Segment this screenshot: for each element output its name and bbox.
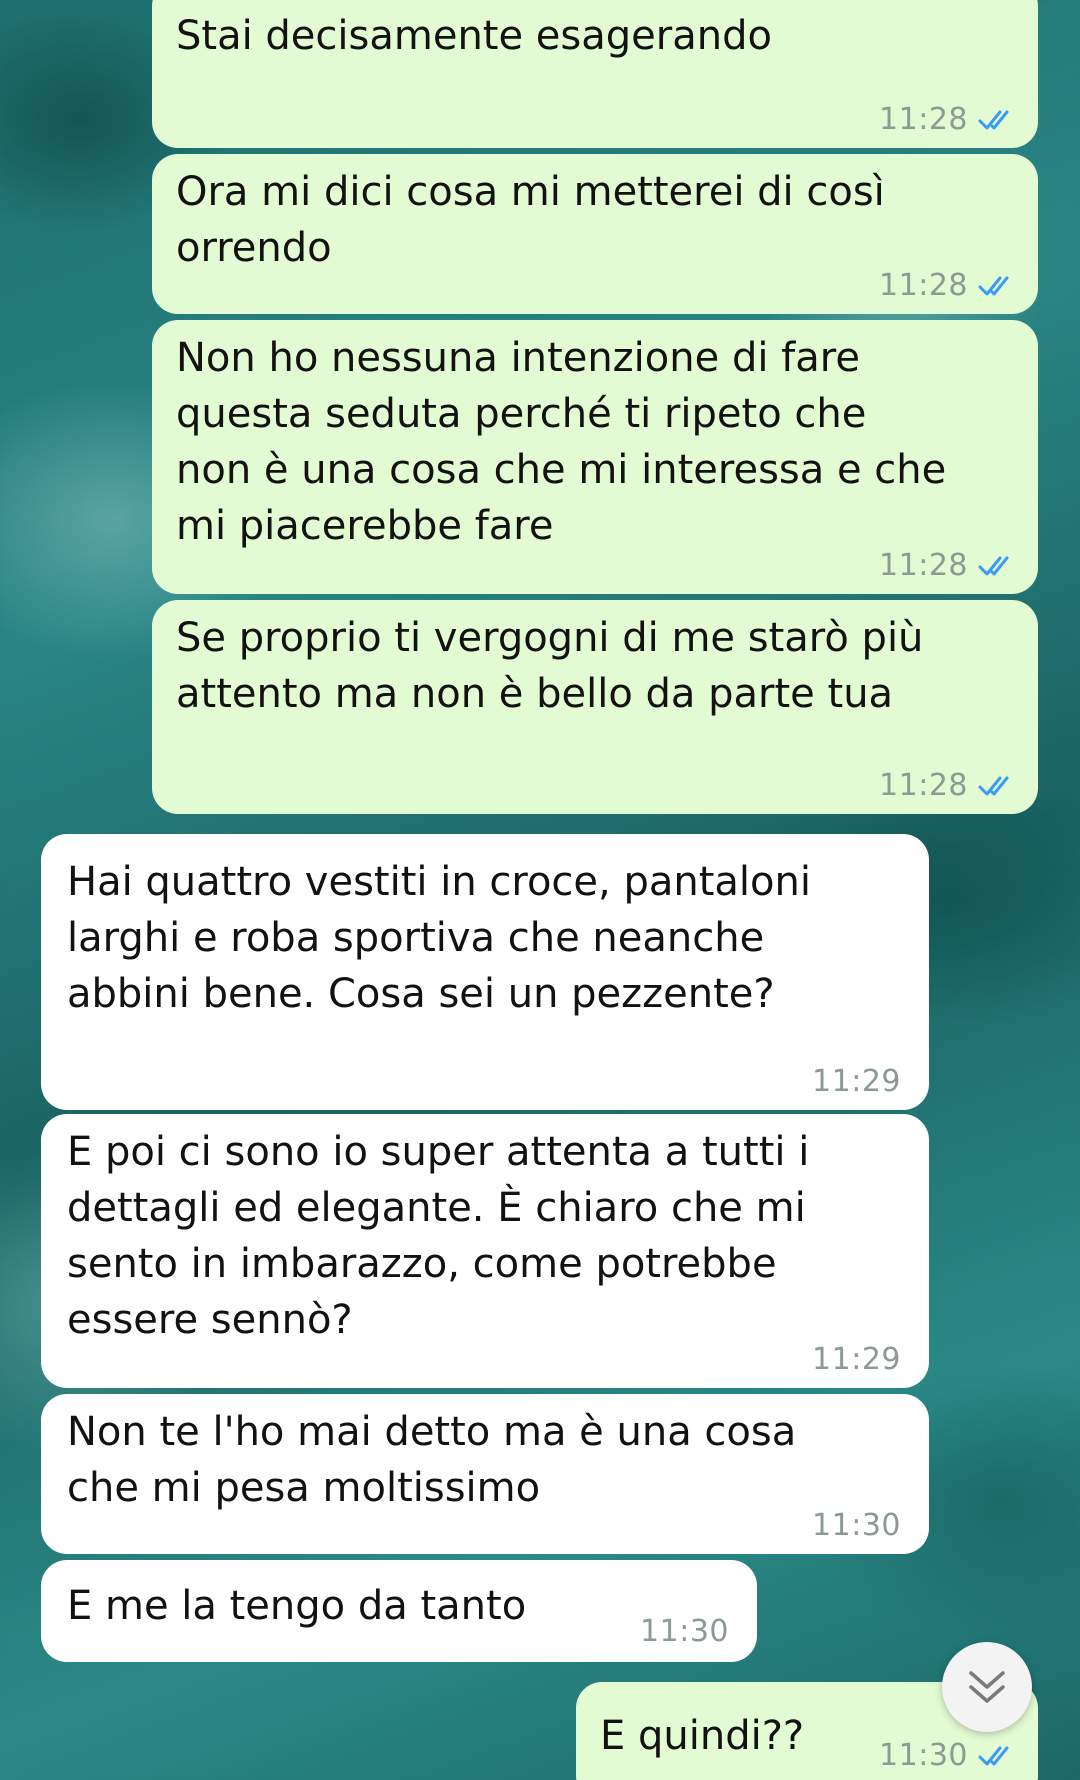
message-text: Non ho nessuna intenzione di fare questa…: [176, 335, 947, 549]
message-timestamp: 11:29: [812, 1342, 901, 1377]
message-timestamp: 11:28: [879, 268, 968, 303]
message-bubble-incoming[interactable]: E me la tengo da tanto 11:30: [41, 1560, 757, 1662]
message-timestamp: 11:29: [812, 1064, 901, 1099]
message-bubble-outgoing[interactable]: Non ho nessuna intenzione di fare questa…: [152, 320, 1038, 594]
message-meta: 11:30: [812, 1506, 901, 1546]
message-timestamp: 11:30: [812, 1508, 901, 1543]
double-check-read-icon: [978, 776, 1009, 796]
message-bubble-incoming[interactable]: Hai quattro vestiti in croce, pantaloni …: [41, 834, 929, 1110]
double-check-read-icon: [978, 276, 1009, 296]
message-meta: 11:28: [879, 100, 1014, 140]
message-bubble-incoming[interactable]: E poi ci sono io super attenta a tutti i…: [41, 1114, 929, 1388]
message-text: Hai quattro vestiti in croce, pantaloni …: [67, 859, 811, 1017]
message-timestamp: 11:28: [879, 102, 968, 137]
message-timestamp: 11:30: [879, 1738, 968, 1773]
message-bubble-outgoing[interactable]: Ora mi dici cosa mi metterei di così orr…: [152, 154, 1038, 314]
message-text: Se proprio ti vergogni di me starò più a…: [176, 615, 924, 717]
message-bubble-outgoing[interactable]: Se proprio ti vergogni di me starò più a…: [152, 600, 1038, 814]
message-meta: 11:28: [879, 546, 1014, 586]
double-check-read-icon: [978, 556, 1009, 576]
message-meta: 11:30: [640, 1612, 729, 1652]
double-check-read-icon: [978, 1746, 1009, 1766]
message-meta: 11:29: [812, 1340, 901, 1380]
message-timestamp: 11:30: [640, 1614, 729, 1649]
message-text: Non te l'ho mai detto ma è una cosa che …: [67, 1409, 797, 1511]
message-text: Stai decisamente esagerando: [176, 13, 772, 59]
message-meta: 11:30: [879, 1736, 1014, 1776]
message-bubble-outgoing[interactable]: Stai decisamente esagerando 11:28: [152, 0, 1038, 148]
double-chevron-down-icon: [969, 1671, 1005, 1703]
double-check-read-icon: [978, 110, 1009, 130]
message-meta: 11:28: [879, 766, 1014, 806]
scroll-to-bottom-button[interactable]: [942, 1642, 1032, 1732]
message-text: E poi ci sono io super attenta a tutti i…: [67, 1129, 810, 1343]
message-text: E me la tengo da tanto: [67, 1583, 527, 1629]
message-bubble-incoming[interactable]: Non te l'ho mai detto ma è una cosa che …: [41, 1394, 929, 1554]
message-timestamp: 11:28: [879, 768, 968, 803]
message-meta: 11:29: [812, 1062, 901, 1102]
message-meta: 11:28: [879, 266, 1014, 306]
message-timestamp: 11:28: [879, 548, 968, 583]
